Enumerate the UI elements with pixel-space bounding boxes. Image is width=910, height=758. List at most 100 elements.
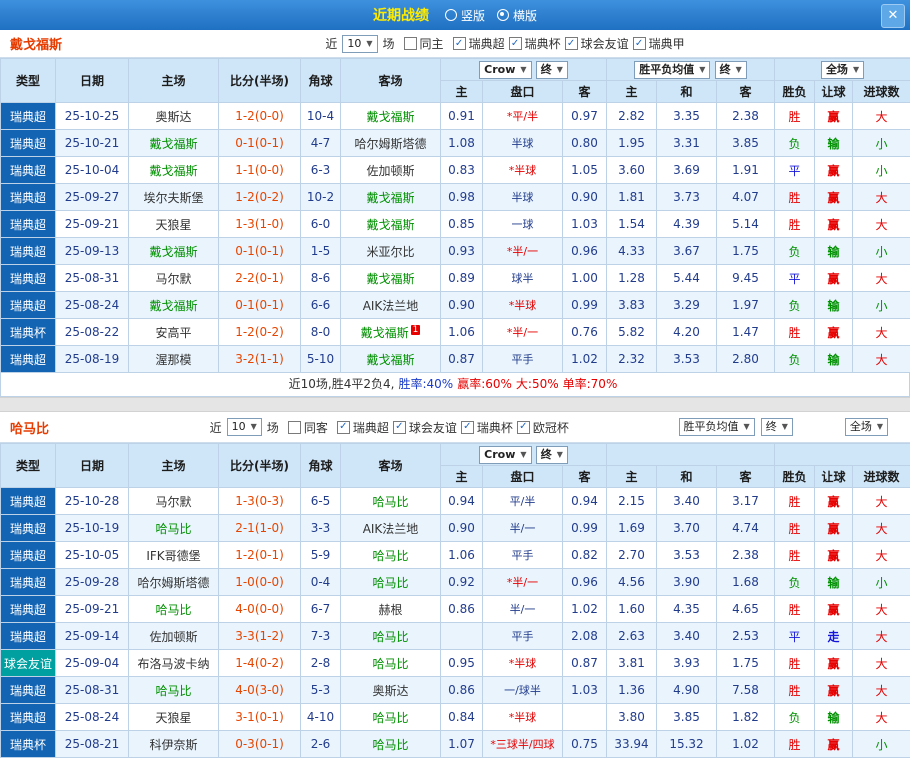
checkbox-icon[interactable] <box>288 421 301 434</box>
league-filter[interactable]: ✓瑞典杯 <box>461 419 513 436</box>
home-team-cell[interactable]: 渥那模 <box>129 346 219 373</box>
odds-source-dropdown[interactable]: Crow▼ <box>479 446 531 464</box>
away-team-cell[interactable]: 哈尔姆斯塔德 <box>341 130 441 157</box>
close-button[interactable]: ✕ <box>881 4 905 28</box>
col-type: 类型 <box>1 59 56 103</box>
home-team-cell[interactable]: 奥斯达 <box>129 103 219 130</box>
away-team-cell[interactable]: 戴戈福斯 <box>341 265 441 292</box>
home-team-cell[interactable]: 布洛马波卡纳 <box>129 650 219 677</box>
final-odds-dropdown[interactable]: 终▼ <box>536 61 568 79</box>
full-match-dropdown[interactable]: 全场▼ <box>821 61 864 79</box>
odds-source-dropdown[interactable]: Crow▼ <box>479 61 531 79</box>
away-team-cell[interactable]: AIK法兰地 <box>341 515 441 542</box>
away-team-cell[interactable]: 佐加顿斯 <box>341 157 441 184</box>
away-team-cell[interactable]: 戴戈福斯 <box>341 103 441 130</box>
away-team-cell[interactable]: 戴戈福斯 <box>341 184 441 211</box>
handicap-cell: 平手 <box>483 623 563 650</box>
home-team-cell[interactable]: 佐加顿斯 <box>129 623 219 650</box>
result-group-header <box>775 444 910 466</box>
home-team-cell[interactable]: 马尔默 <box>129 488 219 515</box>
away-team-cell[interactable]: AIK法兰地 <box>341 292 441 319</box>
away-team-cell[interactable]: 哈马比 <box>341 542 441 569</box>
home-team-cell[interactable]: IFK哥德堡 <box>129 542 219 569</box>
checkbox-icon[interactable]: ✓ <box>393 421 406 434</box>
league-filter[interactable]: ✓球会友谊 <box>393 419 457 436</box>
checkbox-icon[interactable]: ✓ <box>337 421 350 434</box>
home-team-cell[interactable]: 埃尔夫斯堡 <box>129 184 219 211</box>
away-team-cell[interactable]: 赫根 <box>341 596 441 623</box>
match-count-dropdown[interactable]: 10▼ <box>342 35 377 53</box>
corner-cell: 10-4 <box>301 103 341 130</box>
away-team-cell[interactable]: 戴戈福斯 <box>341 346 441 373</box>
date-cell: 25-08-24 <box>56 704 129 731</box>
radio-icon[interactable] <box>497 9 509 21</box>
away-odds-cell: 1.05 <box>563 157 607 184</box>
final-odds-dropdown[interactable]: 终▼ <box>536 446 568 464</box>
league-filter[interactable]: ✓瑞典超 <box>337 419 389 436</box>
checkbox-icon[interactable]: ✓ <box>633 37 646 50</box>
radio-icon[interactable] <box>445 9 457 21</box>
handicap-result-cell: 赢 <box>815 488 853 515</box>
league-filter[interactable]: ✓瑞典杯 <box>509 35 561 52</box>
checkbox-icon[interactable]: ✓ <box>509 37 522 50</box>
league-filter[interactable]: ✓瑞典甲 <box>633 35 685 52</box>
away-team-cell[interactable]: 戴戈福斯1 <box>341 319 441 346</box>
home-team-cell[interactable]: 戴戈福斯 <box>129 157 219 184</box>
full-match-dropdown[interactable]: 全场▼ <box>845 418 888 436</box>
away-team-cell[interactable]: 奥斯达 <box>341 677 441 704</box>
home-odds-cell: 0.93 <box>441 238 483 265</box>
summary-stat: 单率:70% <box>563 377 618 391</box>
checkbox-icon[interactable] <box>404 37 417 50</box>
goals-result-cell: 小 <box>853 292 910 319</box>
final-avg-dropdown[interactable]: 终▼ <box>715 61 747 79</box>
wdl-result-cell: 胜 <box>775 184 815 211</box>
away-team-cell[interactable]: 哈马比 <box>341 704 441 731</box>
wdl-result-cell: 胜 <box>775 488 815 515</box>
match-count-dropdown[interactable]: 10▼ <box>227 418 262 436</box>
checkbox-icon[interactable]: ✓ <box>565 37 578 50</box>
matches-table-0: 类型 日期 主场 比分(半场) 角球 客场 Crow▼ 终▼ 胜平负均值▼ 终▼… <box>0 58 910 373</box>
avg-away-cell: 9.45 <box>717 265 775 292</box>
final-avg-dropdown[interactable]: 终▼ <box>761 418 793 436</box>
layout-radio-横版[interactable]: 横版 <box>497 7 537 24</box>
home-team-cell[interactable]: 戴戈福斯 <box>129 292 219 319</box>
home-team-cell[interactable]: 哈马比 <box>129 515 219 542</box>
home-team-cell[interactable]: 天狼星 <box>129 211 219 238</box>
sub-handicap: 盘口 <box>483 466 563 488</box>
league-filter[interactable]: ✓欧冠杯 <box>517 419 569 436</box>
away-team-cell[interactable]: 哈马比 <box>341 623 441 650</box>
home-team-cell[interactable]: 马尔默 <box>129 265 219 292</box>
score-cell: 3-1(0-1) <box>219 704 301 731</box>
summary-stat: 赢率:60% <box>457 377 512 391</box>
away-team-cell[interactable]: 哈马比 <box>341 731 441 758</box>
away-team-cell[interactable]: 哈马比 <box>341 569 441 596</box>
checkbox-icon[interactable]: ✓ <box>517 421 530 434</box>
same-venue-filter[interactable]: 同主 <box>404 35 444 52</box>
col-corner: 角球 <box>301 59 341 103</box>
corner-cell: 0-4 <box>301 569 341 596</box>
goals-result-cell: 大 <box>853 211 910 238</box>
avg-odds-dropdown[interactable]: 胜平负均值▼ <box>634 61 710 79</box>
avg-away-cell: 5.14 <box>717 211 775 238</box>
home-team-cell[interactable]: 哈马比 <box>129 677 219 704</box>
checkbox-icon[interactable]: ✓ <box>461 421 474 434</box>
home-team-cell[interactable]: 科伊奈斯 <box>129 731 219 758</box>
away-team-cell[interactable]: 哈马比 <box>341 488 441 515</box>
league-filter[interactable]: ✓球会友谊 <box>565 35 629 52</box>
avg-odds-dropdown[interactable]: 胜平负均值▼ <box>679 418 755 436</box>
layout-radio-竖版[interactable]: 竖版 <box>445 7 485 24</box>
home-team-cell[interactable]: 天狼星 <box>129 704 219 731</box>
home-team-cell[interactable]: 戴戈福斯 <box>129 238 219 265</box>
away-team-cell[interactable]: 米亚尔比 <box>341 238 441 265</box>
away-team-cell[interactable]: 戴戈福斯 <box>341 211 441 238</box>
checkbox-icon[interactable]: ✓ <box>453 37 466 50</box>
home-team-cell[interactable]: 哈马比 <box>129 596 219 623</box>
league-filter[interactable]: ✓瑞典超 <box>453 35 505 52</box>
home-team-cell[interactable]: 哈尔姆斯塔德 <box>129 569 219 596</box>
home-team-cell[interactable]: 安高平 <box>129 319 219 346</box>
away-team-cell[interactable]: 哈马比 <box>341 650 441 677</box>
chevron-down-icon: ▼ <box>520 63 526 77</box>
match-row: 瑞典超25-09-21哈马比4-0(0-0)6-7赫根0.86半/一1.021.… <box>1 596 910 623</box>
same-venue-filter[interactable]: 同客 <box>288 419 328 436</box>
home-team-cell[interactable]: 戴戈福斯 <box>129 130 219 157</box>
